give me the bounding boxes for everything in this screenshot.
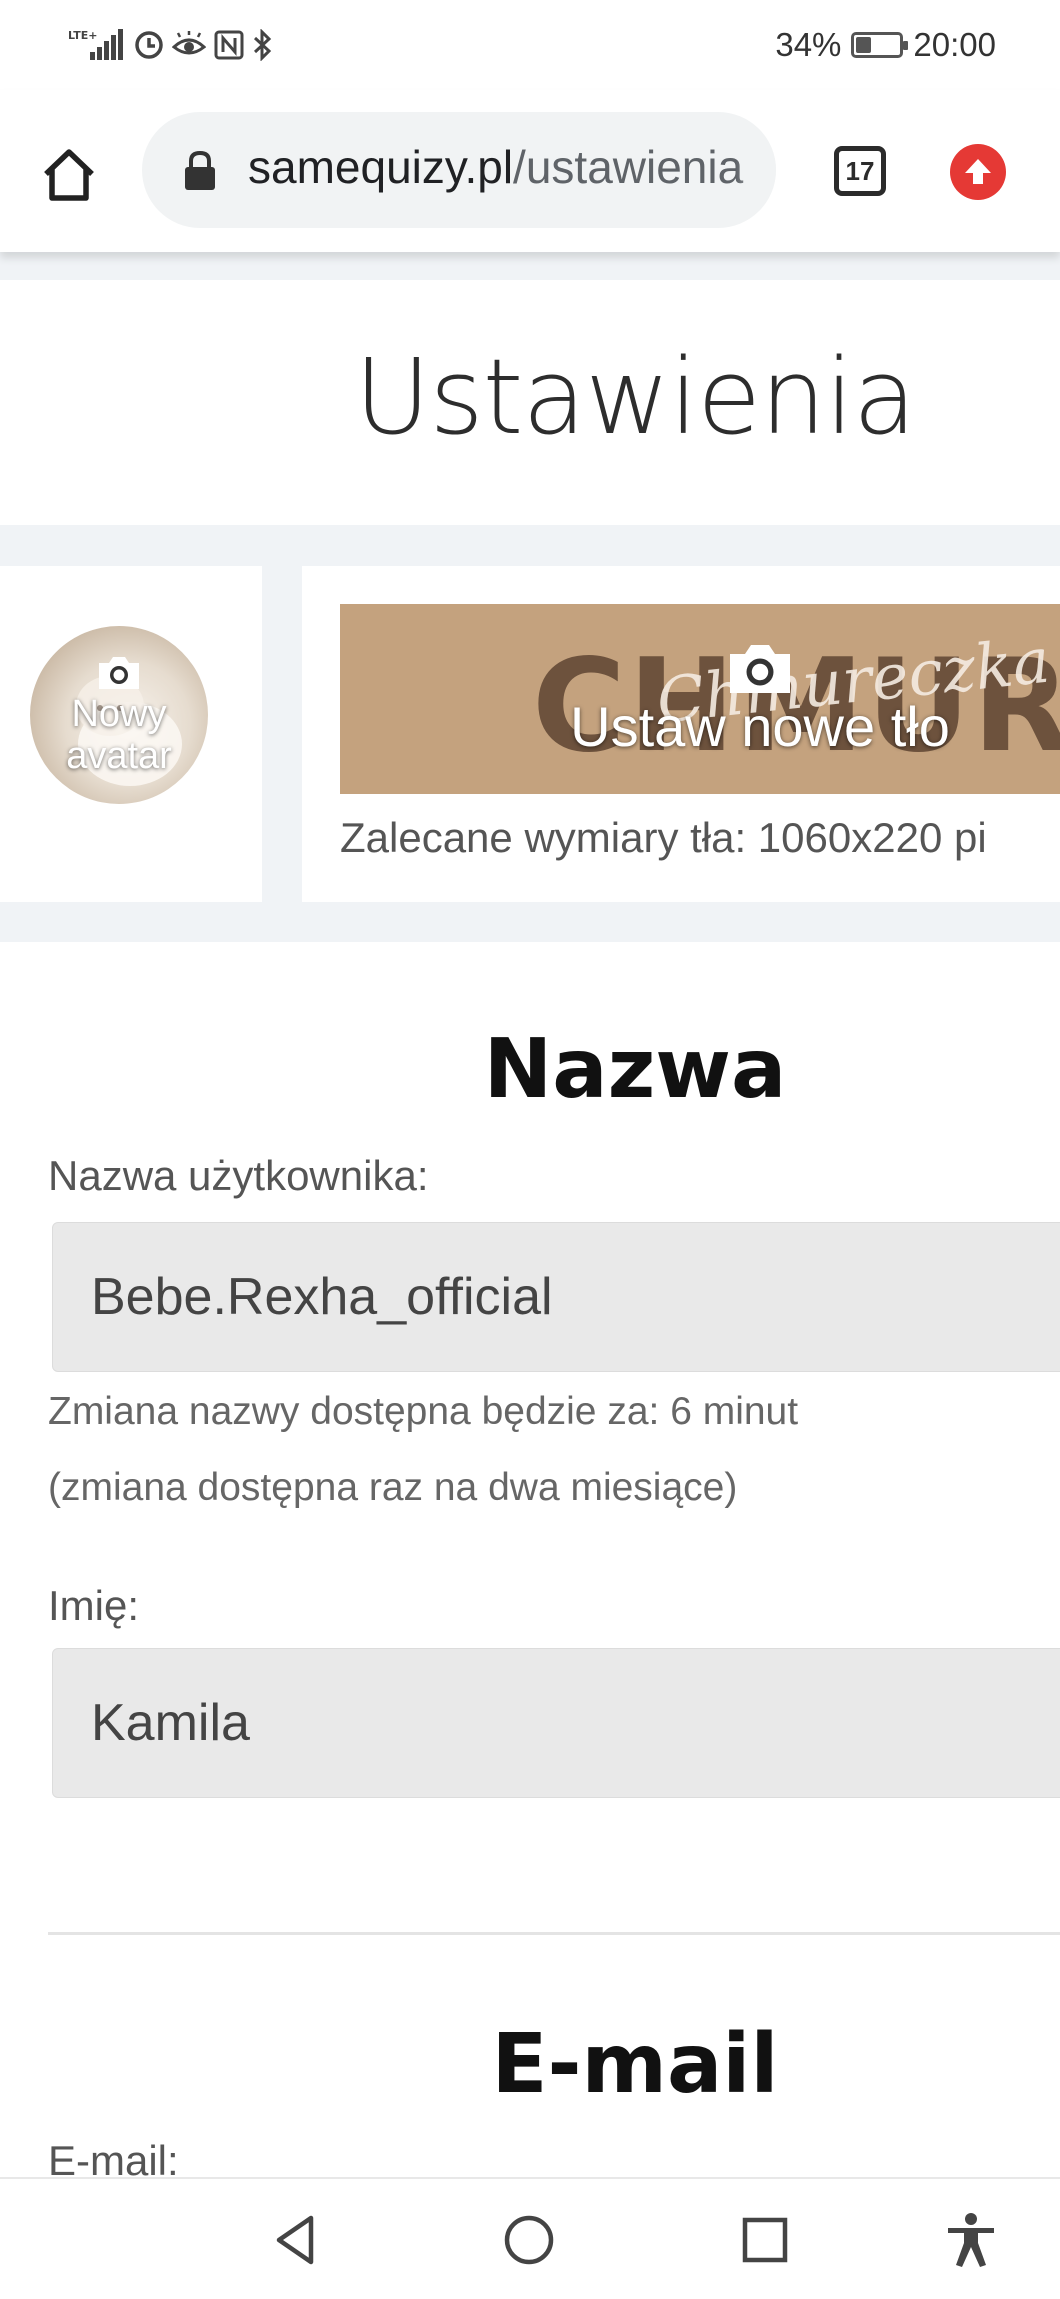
username-label: Nazwa użytkownika: (48, 1152, 429, 1199)
page-content: Ustawienia Nowy avatar CHMURECZKA Chmure… (0, 252, 1060, 2177)
nfc-icon (214, 30, 244, 60)
name-change-frequency-note: (zmiana dostępna raz na dwa miesiące) (48, 1466, 738, 1509)
section-title-email: E-mail (491, 2017, 779, 2112)
recents-button[interactable] (730, 2205, 800, 2275)
home-circle-icon (504, 2215, 554, 2265)
status-icons-left: LTE+ (68, 22, 272, 68)
update-button[interactable] (950, 144, 1006, 200)
background-overlay: Ustaw nowe tło (550, 638, 970, 759)
back-button[interactable] (260, 2205, 330, 2275)
home-button[interactable] (38, 144, 100, 206)
background-banner[interactable]: CHMURECZKA Chmureczka Ustaw nowe tło (340, 604, 1060, 794)
battery-percent: 34% (775, 26, 842, 63)
tab-switcher-button[interactable]: 17 (834, 146, 886, 196)
svg-text:LTE+: LTE+ (68, 29, 97, 42)
home-icon (44, 149, 94, 201)
status-icons-right: 34% 20:00 (775, 22, 996, 68)
section-title-name: Nazwa (483, 1022, 787, 1117)
new-avatar-label: Nowy avatar (66, 693, 172, 777)
url-domain: samequizy.pl (248, 141, 514, 193)
status-bar: LTE+ 34% 20:00 (0, 0, 1060, 90)
name-change-note: Zmiana nazwy dostępna będzie za: 6 minut (48, 1390, 799, 1433)
back-triangle-icon (276, 2215, 314, 2265)
username-input[interactable]: Bebe.Rexha_official (52, 1222, 1060, 1372)
set-background-label: Ustaw nowe tło (570, 695, 950, 758)
camera-icon (730, 645, 790, 693)
background-card: CHMURECZKA Chmureczka Ustaw nowe tło Zal… (302, 566, 1060, 902)
avatar[interactable]: Nowy avatar (30, 626, 208, 804)
title-card: Ustawienia (0, 280, 1060, 525)
accessibility-button[interactable] (936, 2205, 1006, 2275)
tab-count: 17 (845, 155, 875, 186)
settings-form: Nazwa Nazwa użytkownika: Bebe.Rexha_offi… (0, 942, 1060, 2177)
url-text: samequizy.pl/ustawienia (248, 140, 743, 194)
clock: 20:00 (913, 26, 996, 63)
camera-icon (99, 657, 139, 689)
home-nav-button[interactable] (494, 2205, 564, 2275)
background-size-hint: Zalecane wymiary tła: 1060x220 pi (340, 814, 987, 861)
signal-icon: LTE+ (68, 28, 126, 62)
arrow-up-icon (965, 159, 991, 184)
first-name-label: Imię: (48, 1582, 140, 1629)
avatar-card: Nowy avatar (0, 566, 262, 902)
address-bar[interactable]: samequizy.pl/ustawienia (142, 112, 776, 228)
recents-square-icon (742, 2217, 788, 2263)
section-divider (48, 1932, 1060, 1935)
email-label: E-mail: (48, 2137, 179, 2177)
first-name-input[interactable]: Kamila (52, 1648, 1060, 1798)
system-navigation-bar (0, 2177, 1060, 2299)
bluetooth-icon (252, 29, 272, 61)
page-title: Ustawienia (354, 336, 916, 458)
data-saver-icon (134, 30, 164, 60)
avatar-overlay: Nowy avatar (30, 626, 208, 804)
accessibility-icon (948, 2213, 994, 2267)
browser-toolbar: samequizy.pl/ustawienia 17 (0, 90, 1060, 252)
url-path: /ustawienia (513, 141, 744, 193)
lock-icon (182, 150, 218, 197)
eye-comfort-icon (172, 31, 206, 59)
battery-icon (851, 32, 909, 58)
